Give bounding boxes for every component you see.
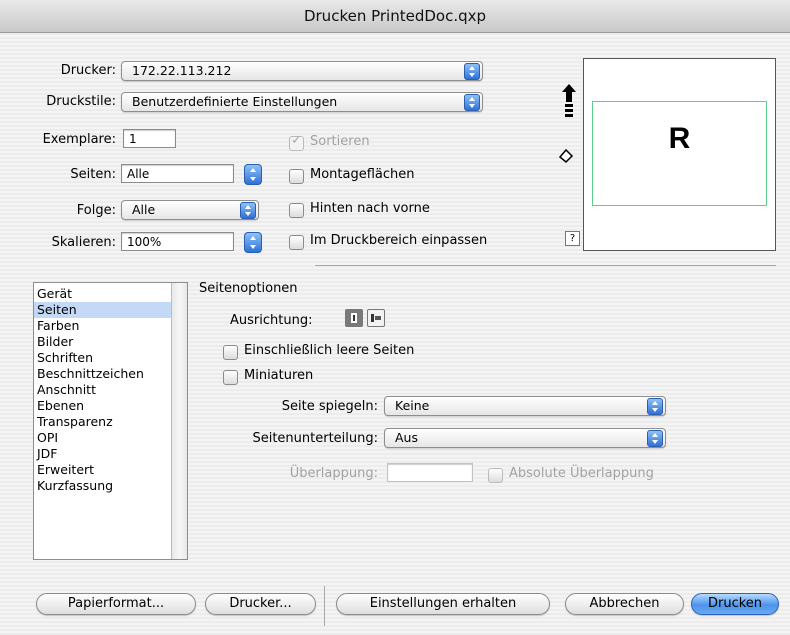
page-setup-button[interactable]: Papierformat... (36, 593, 196, 615)
back-to-front-label: Hinten nach vorne (310, 201, 430, 216)
list-item[interactable]: OPI (34, 430, 187, 446)
pages-field[interactable]: Alle (121, 164, 234, 183)
printer-popup[interactable]: 172.22.113.212 (121, 61, 483, 81)
spreads-checkbox[interactable] (289, 169, 304, 184)
printer-value: 172.22.113.212 (132, 63, 232, 78)
list-item[interactable]: Seiten (34, 302, 187, 318)
category-list-scrollbar[interactable] (171, 283, 187, 559)
include-blank-pages-checkbox[interactable] (223, 345, 238, 360)
flip-value: Keine (395, 398, 430, 413)
list-item[interactable]: Anschnitt (34, 382, 187, 398)
help-icon[interactable]: ? (565, 231, 580, 246)
scale-field[interactable]: 100% (121, 232, 234, 251)
printer-button[interactable]: Drucker... (205, 593, 316, 615)
list-item[interactable]: Schriften (34, 350, 187, 366)
list-item[interactable]: Beschnittzeichen (34, 366, 187, 382)
feed-direction-arrow-icon (562, 84, 576, 122)
button-divider (324, 586, 325, 626)
fit-print-area-label: Im Druckbereich einpassen (310, 233, 488, 248)
collate-checkbox[interactable]: ✓ (289, 133, 304, 151)
popup-arrows-icon (464, 63, 480, 80)
sequence-popup[interactable]: Alle (121, 200, 259, 220)
sequence-value: Alle (132, 202, 156, 217)
copies-label: Exemplare: (42, 132, 116, 147)
print-style-popup[interactable]: Benutzerdefinierte Einstellungen (121, 92, 483, 112)
absolute-overlap-checkbox[interactable] (488, 468, 503, 483)
thumbnails-checkbox[interactable] (223, 370, 238, 385)
print-style-value: Benutzerdefinierte Einstellungen (132, 94, 338, 109)
capture-settings-button[interactable]: Einstellungen erhalten (336, 593, 550, 615)
flip-label: Seite spiegeln: (281, 399, 378, 414)
list-item[interactable]: Erweitert (34, 462, 187, 478)
spreads-label: Montageflächen (310, 167, 415, 182)
cancel-button[interactable]: Abbrechen (565, 593, 684, 615)
landscape-orientation-icon[interactable] (367, 309, 385, 327)
scale-stepper[interactable] (244, 232, 262, 253)
tiling-popup[interactable]: Aus (384, 428, 666, 448)
tiling-value: Aus (395, 430, 418, 445)
printer-label: Drucker: (60, 63, 116, 78)
category-list[interactable]: Gerät Seiten Farben Bilder Schriften Beschnit… (33, 282, 188, 560)
absolute-overlap-label: Absolute Überlappung (509, 466, 654, 481)
preview-page: R (592, 101, 767, 206)
list-item[interactable]: Bilder (34, 334, 187, 350)
overlap-field[interactable] (387, 463, 473, 482)
thumbnails-label: Miniaturen (244, 368, 314, 383)
print-button[interactable]: Drucken (691, 593, 779, 615)
popup-arrows-icon (240, 202, 256, 219)
list-item[interactable]: Transparenz (34, 414, 187, 430)
list-item[interactable]: Farben (34, 318, 187, 334)
include-blank-pages-label: Einschließlich leere Seiten (244, 343, 415, 358)
pages-label: Seiten: (70, 167, 116, 182)
pages-popup-button[interactable] (244, 164, 262, 185)
overlap-label: Überlappung: (289, 466, 378, 481)
print-style-label: Druckstile: (46, 94, 116, 109)
page-preview: R (583, 58, 776, 251)
page-options-title: Seitenoptionen (199, 281, 298, 296)
list-item[interactable]: Ebenen (34, 398, 187, 414)
popup-arrows-icon (464, 94, 480, 111)
back-to-front-checkbox[interactable] (289, 203, 304, 218)
fit-print-area-checkbox[interactable] (289, 235, 304, 250)
portrait-orientation-icon[interactable] (345, 309, 363, 327)
popup-arrows-icon (647, 430, 663, 447)
list-item[interactable]: Kurzfassung (34, 478, 187, 494)
copies-field[interactable]: 1 (123, 129, 176, 148)
scale-label: Skalieren: (51, 235, 116, 250)
checkmark-icon: ✓ (291, 133, 302, 148)
popup-arrows-icon (647, 398, 663, 415)
window-title: Drucken PrintedDoc.qxp (0, 0, 790, 33)
orientation-label: Ausrichtung: (230, 313, 313, 328)
preview-letter: R (668, 122, 691, 155)
list-item[interactable]: JDF (34, 446, 187, 462)
rotate-tool-icon[interactable] (558, 148, 574, 164)
flip-popup[interactable]: Keine (384, 396, 666, 416)
tiling-label: Seitenunterteilung: (252, 431, 378, 446)
list-item[interactable]: Gerät (34, 286, 187, 302)
collate-label: Sortieren (310, 134, 370, 149)
section-divider (315, 265, 776, 266)
sequence-label: Folge: (76, 203, 116, 218)
